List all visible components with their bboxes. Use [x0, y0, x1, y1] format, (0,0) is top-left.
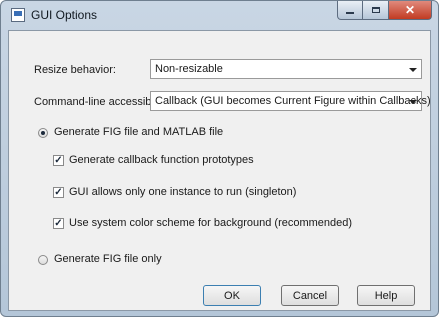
resize-behavior-dropdown[interactable]: Non-resizable	[150, 59, 422, 79]
close-icon: ✕	[404, 3, 416, 17]
maximize-icon	[371, 7, 380, 13]
command-line-accessibility-dropdown[interactable]: Callback (GUI becomes Current Figure wit…	[150, 91, 431, 111]
matlab-app-icon	[11, 8, 25, 22]
radio-fig-and-matlab[interactable]	[38, 128, 48, 138]
checkbox-system-color-scheme[interactable]: ✓	[53, 218, 64, 229]
checkbox-callback-prototypes-label[interactable]: Generate callback function prototypes	[69, 154, 254, 166]
checkmark-icon: ✓	[54, 218, 63, 229]
checkbox-singleton[interactable]: ✓	[53, 187, 64, 198]
help-button[interactable]: Help	[357, 285, 415, 306]
minimize-button[interactable]	[337, 1, 363, 20]
checkbox-callback-prototypes[interactable]: ✓	[53, 155, 64, 166]
checkmark-icon: ✓	[54, 155, 63, 166]
chevron-down-icon	[409, 100, 417, 104]
close-button[interactable]: ✕	[389, 1, 432, 20]
gui-options-window: GUI Options ✕ Resize behavior: Non-resiz…	[0, 0, 439, 317]
maximize-button[interactable]	[363, 1, 389, 20]
caption-buttons: ✕	[337, 1, 432, 21]
cancel-button[interactable]: Cancel	[281, 285, 339, 306]
resize-behavior-label: Resize behavior:	[34, 64, 116, 76]
dialog-content: Resize behavior: Non-resizable Command-l…	[8, 30, 431, 311]
chevron-down-icon	[409, 68, 417, 72]
command-line-accessibility-value: Callback (GUI becomes Current Figure wit…	[155, 95, 431, 107]
radio-fig-only[interactable]	[38, 255, 48, 265]
minimize-icon	[346, 11, 354, 14]
ok-button[interactable]: OK	[203, 285, 261, 306]
resize-behavior-value: Non-resizable	[155, 63, 223, 75]
title-bar[interactable]: GUI Options ✕	[1, 1, 438, 29]
window-title: GUI Options	[31, 8, 98, 22]
radio-fig-and-matlab-label[interactable]: Generate FIG file and MATLAB file	[54, 126, 223, 138]
checkbox-singleton-label[interactable]: GUI allows only one instance to run (sin…	[69, 186, 296, 198]
checkmark-icon: ✓	[54, 187, 63, 198]
radio-fig-only-label[interactable]: Generate FIG file only	[54, 253, 162, 265]
checkbox-system-color-scheme-label[interactable]: Use system color scheme for background (…	[69, 217, 352, 229]
